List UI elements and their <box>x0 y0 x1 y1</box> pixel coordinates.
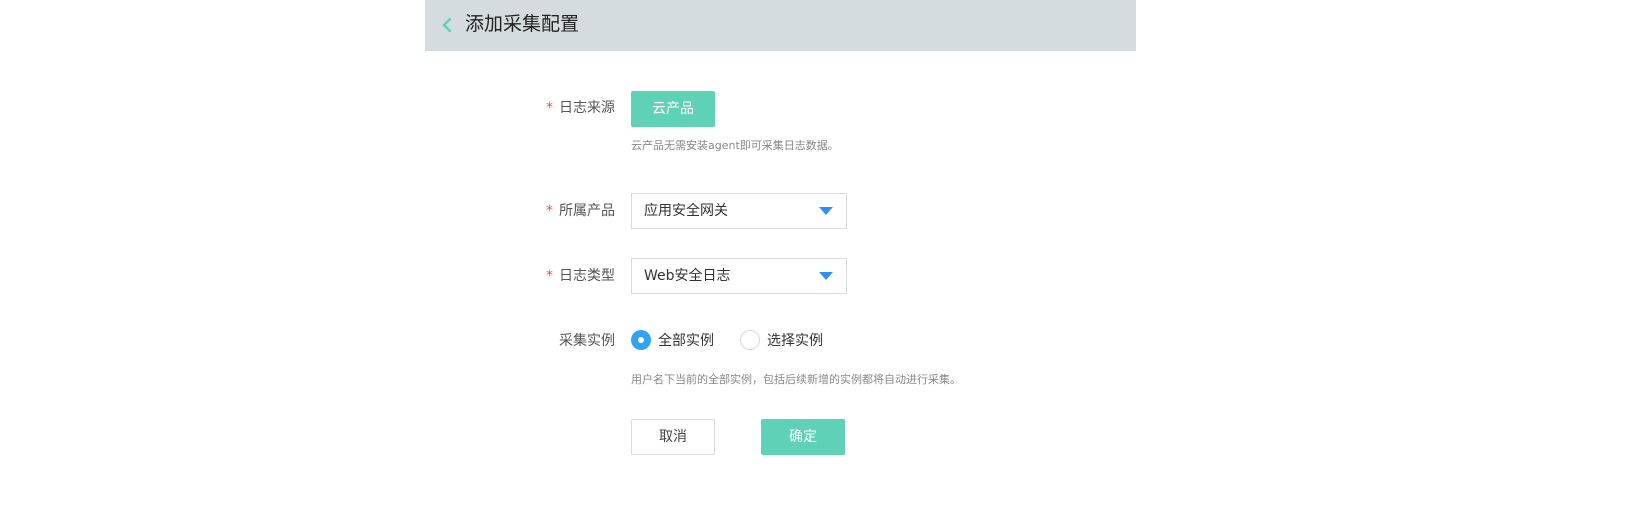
product-select[interactable]: 应用安全网关 <box>631 193 847 229</box>
instances-label: 采集实例 <box>559 333 615 349</box>
radio-unchecked-icon <box>740 330 760 350</box>
radio-select-instances-label: 选择实例 <box>767 333 823 349</box>
log-type-label-text: 日志类型 <box>559 268 615 284</box>
instances-hint: 用户名下当前的全部实例，包括后续新增的实例都将自动进行采集。 <box>631 373 961 386</box>
chevron-left-icon <box>442 17 452 33</box>
product-label: * 所属产品 <box>425 201 615 221</box>
radio-select-instances[interactable]: 选择实例 <box>740 329 823 351</box>
required-mark: * <box>546 100 553 116</box>
caret-down-icon <box>819 207 833 215</box>
log-source-label-text: 日志来源 <box>559 100 615 116</box>
radio-all-instances-label: 全部实例 <box>658 333 714 349</box>
page-header: 添加采集配置 <box>425 0 1136 51</box>
required-mark: * <box>546 203 553 219</box>
log-type-select-value: Web安全日志 <box>644 268 731 284</box>
caret-down-icon <box>819 272 833 280</box>
cloud-product-button[interactable]: 云产品 <box>631 91 715 127</box>
log-type-select[interactable]: Web安全日志 <box>631 258 847 294</box>
radio-all-instances[interactable]: 全部实例 <box>631 329 714 351</box>
back-button[interactable] <box>437 13 457 37</box>
log-source-hint: 云产品无需安装agent即可采集日志数据。 <box>631 139 839 152</box>
required-mark: * <box>546 268 553 284</box>
radio-checked-icon <box>631 330 651 350</box>
page-title: 添加采集配置 <box>465 13 580 35</box>
product-label-text: 所属产品 <box>559 203 615 219</box>
log-source-label: * 日志来源 <box>425 98 615 118</box>
cancel-button[interactable]: 取消 <box>631 419 715 455</box>
log-type-label: * 日志类型 <box>425 266 615 286</box>
confirm-button[interactable]: 确定 <box>761 419 845 455</box>
product-select-value: 应用安全网关 <box>644 203 728 219</box>
config-panel: 添加采集配置 * 日志来源 云产品 云产品无需安装agent即可采集日志数据。 *… <box>425 0 1136 518</box>
